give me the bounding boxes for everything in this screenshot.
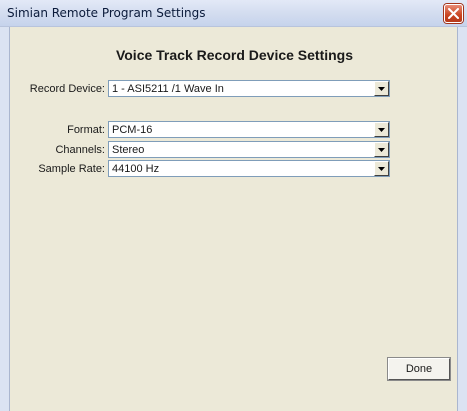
channels-dropdown-button[interactable] — [374, 142, 389, 157]
section-heading: Voice Track Record Device Settings — [115, 47, 354, 63]
done-button[interactable]: Done — [388, 358, 450, 380]
close-button[interactable] — [444, 4, 463, 23]
sample-rate-dropdown-button[interactable] — [374, 161, 389, 176]
record-device-dropdown-button[interactable] — [374, 81, 389, 96]
dialog-body: Voice Track Record Device Settings Recor… — [9, 27, 458, 411]
close-icon — [448, 8, 459, 19]
title-bar[interactable]: Simian Remote Program Settings — [0, 0, 467, 27]
chevron-down-icon — [378, 128, 385, 132]
window-frame-right — [458, 27, 467, 411]
format-dropdown[interactable]: PCM-16 — [108, 121, 390, 138]
chevron-down-icon — [378, 148, 385, 152]
format-label: Format: — [67, 124, 105, 136]
sample-rate-dropdown[interactable]: 44100 Hz — [108, 160, 390, 177]
record-device-value: 1 - ASI5211 /1 Wave In — [112, 83, 224, 95]
sample-rate-label: Sample Rate: — [38, 163, 105, 175]
channels-label: Channels: — [55, 144, 105, 156]
settings-window: Simian Remote Program Settings Voice Tra… — [0, 0, 467, 411]
record-device-dropdown[interactable]: 1 - ASI5211 /1 Wave In — [108, 80, 390, 97]
format-dropdown-button[interactable] — [374, 122, 389, 137]
channels-dropdown[interactable]: Stereo — [108, 141, 390, 158]
channels-value: Stereo — [112, 144, 145, 156]
chevron-down-icon — [378, 167, 385, 171]
record-device-label: Record Device: — [29, 83, 105, 95]
sample-rate-value: 44100 Hz — [112, 163, 160, 175]
format-value: PCM-16 — [112, 124, 153, 136]
chevron-down-icon — [378, 87, 385, 91]
window-title: Simian Remote Program Settings — [7, 6, 206, 20]
window-frame-left — [0, 27, 9, 411]
